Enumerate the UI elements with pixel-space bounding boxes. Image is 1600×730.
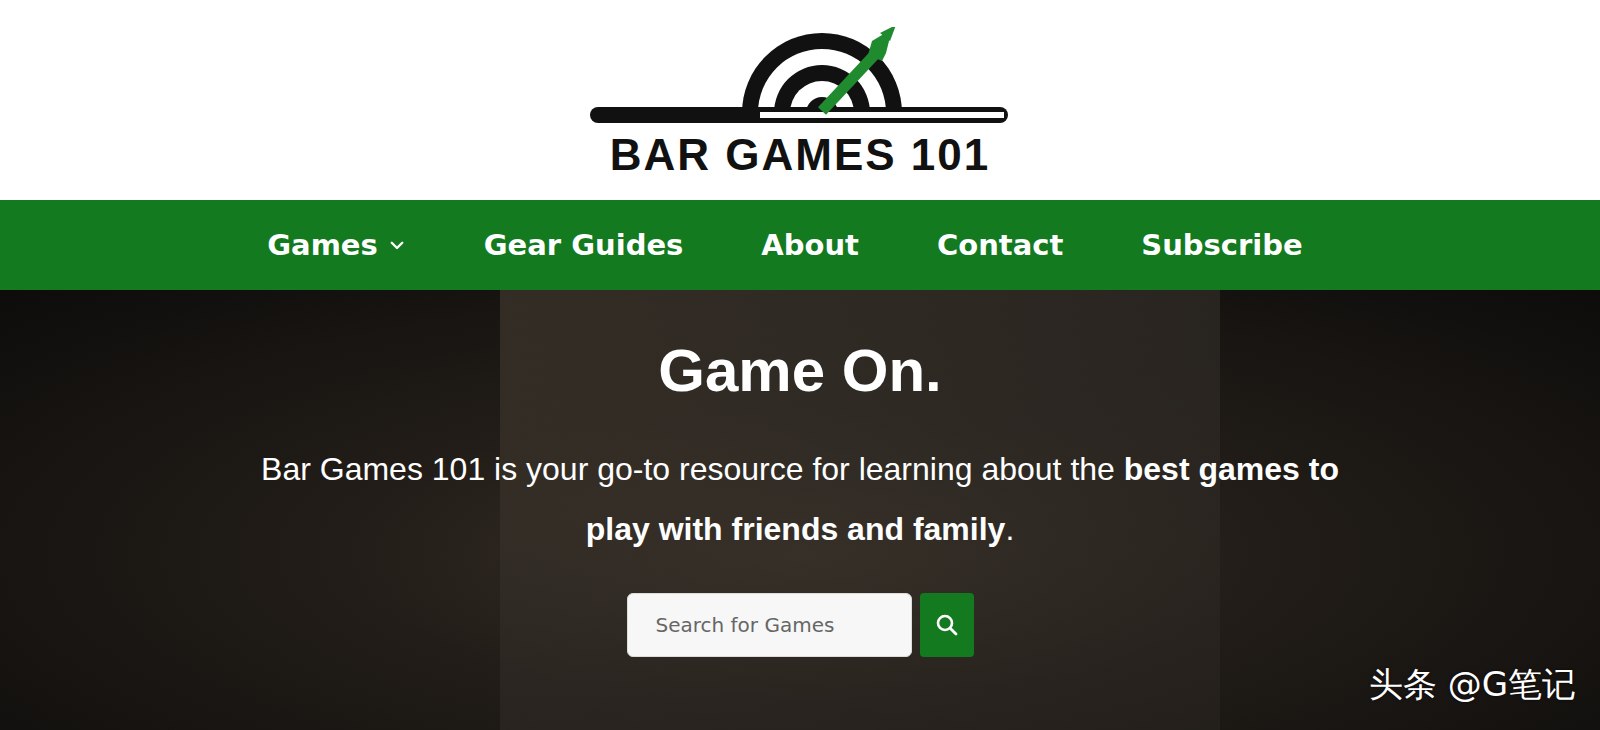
nav-item[interactable]: Contact bbox=[937, 228, 1063, 262]
watermark: 头条 @G笔记 bbox=[1369, 662, 1576, 708]
search-form bbox=[627, 593, 974, 657]
nav-bar: Games Gear Guides About Contact Subscribe bbox=[0, 200, 1600, 290]
logo-text: BAR GAMES 101 bbox=[610, 131, 991, 179]
nav-item[interactable]: Subscribe bbox=[1141, 228, 1302, 262]
nav-item[interactable]: Games bbox=[267, 228, 406, 262]
nav-item[interactable]: Gear Guides bbox=[484, 228, 684, 262]
hero-content: Game On. Bar Games 101 is your go-to reso… bbox=[255, 335, 1345, 657]
page: BAR GAMES 101 Games Gear Guides About Contac… bbox=[0, 0, 1600, 730]
hero-paragraph: Bar Games 101 is your go-to resource for… bbox=[255, 439, 1345, 559]
chevron-down-icon bbox=[388, 236, 406, 254]
site-logo[interactable]: BAR GAMES 101 bbox=[590, 21, 1010, 179]
search-icon bbox=[935, 613, 959, 637]
hero-title: Game On. bbox=[658, 335, 941, 407]
search-button[interactable] bbox=[920, 593, 974, 657]
site-header: BAR GAMES 101 bbox=[0, 0, 1600, 200]
hero: Game On. Bar Games 101 is your go-to reso… bbox=[0, 290, 1600, 730]
nav-item[interactable]: About bbox=[761, 228, 859, 262]
dart-target-icon bbox=[590, 27, 1010, 127]
search-field[interactable] bbox=[627, 593, 912, 657]
